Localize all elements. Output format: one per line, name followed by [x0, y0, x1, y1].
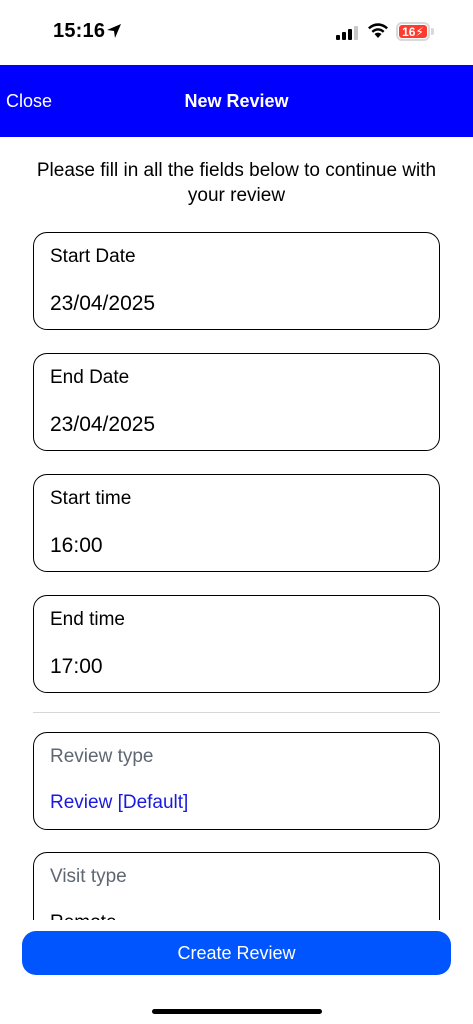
create-review-button[interactable]: Create Review [22, 931, 451, 975]
home-indicator [152, 1009, 322, 1014]
scroll-clip: Visit type Remote [0, 840, 473, 920]
battery-level: 16 [402, 24, 416, 39]
battery-icon: 16 ⚡ [396, 22, 430, 41]
start-time-field[interactable]: Start time 16:00 [33, 474, 440, 572]
battery-cap [431, 28, 434, 35]
visit-type-label: Visit type [50, 866, 127, 887]
start-date-label: Start Date [50, 246, 136, 267]
review-type-value: Review [Default] [50, 792, 189, 813]
start-time-value: 16:00 [50, 534, 103, 557]
start-time-label: Start time [50, 488, 132, 509]
end-date-field[interactable]: End Date 23/04/2025 [33, 353, 440, 451]
visit-type-field[interactable]: Visit type Remote [33, 852, 440, 920]
end-time-label: End time [50, 609, 125, 630]
visit-type-value: Remote [50, 912, 117, 920]
wifi-icon [368, 23, 388, 38]
signal-icon [336, 24, 358, 40]
start-date-value: 23/04/2025 [50, 292, 156, 315]
end-date-label: End Date [50, 367, 130, 388]
nav-bar: Close New Review [0, 65, 473, 137]
page-title: New Review [184, 91, 289, 111]
review-type-field[interactable]: Review type Review [Default] [33, 732, 440, 830]
end-time-value: 17:00 [50, 655, 103, 678]
location-arrow-icon [107, 24, 121, 38]
status-time: 15:16 [53, 20, 106, 42]
end-date-value: 23/04/2025 [50, 413, 156, 436]
section-divider [33, 712, 440, 713]
end-time-field[interactable]: End time 17:00 [33, 595, 440, 693]
status-bar: 15:16 16 ⚡ [0, 0, 473, 65]
start-date-field[interactable]: Start Date 23/04/2025 [33, 232, 440, 330]
review-type-label: Review type [50, 746, 154, 767]
intro-text: Please fill in all the fields below to c… [36, 160, 437, 206]
